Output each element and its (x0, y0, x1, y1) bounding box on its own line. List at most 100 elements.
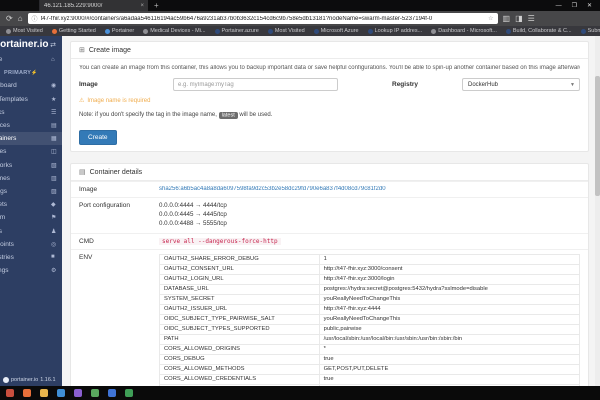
registry-label: Registry (392, 81, 462, 88)
bookmark-star-icon[interactable]: ☆ (488, 15, 493, 22)
note-suffix: will be used. (239, 112, 272, 118)
taskbar-app-icon[interactable] (74, 389, 82, 397)
sidebar-item-label: Home (0, 56, 2, 63)
env-value: youReallyNeedToChangeThis (319, 294, 579, 304)
env-row: ENV OAUTH2_SHARE_ERROR_DEBUG 1 (71, 249, 588, 386)
bookmark-label: Portainer (112, 28, 134, 34)
bookmark-label: Microsoft Azure (321, 28, 359, 34)
bookmark-item[interactable]: Most Visited (6, 28, 43, 34)
sidebar-item-icon: ☰ (51, 109, 62, 116)
sidebar-item-icon: ◎ (51, 241, 62, 248)
taskbar-app-icon[interactable] (108, 389, 116, 397)
sidebar-item-label: Users (0, 228, 2, 235)
window-controls: — ❐ ✕ (556, 0, 600, 11)
scrollbar-thumb[interactable] (595, 76, 600, 196)
url-bar[interactable]: ⓘ t47-fhir.xyz:9000/#/containers/a6adaa5… (28, 13, 498, 24)
taskbar-app-icon[interactable] (6, 389, 14, 397)
sidebar-item[interactable]: Secrets ◆ (0, 198, 62, 211)
sidebar-item[interactable]: App Templates ★ (0, 93, 62, 106)
env-key: CORS_DEBUG (160, 354, 320, 364)
sidebar-item[interactable]: Networks ▧ (0, 159, 62, 172)
sidebar-menu: Home ⌂ PRIMARY ⚡ Dashboard ◉ App Te (0, 53, 62, 277)
create-button[interactable]: Create (79, 130, 117, 145)
sidebar-item-label: Dashboard (0, 82, 17, 89)
taskbar-app-icon[interactable] (125, 389, 133, 397)
env-table-row: OAUTH2_LOGIN_URL http://t47-fhir.xyz:300… (160, 274, 580, 284)
port-mapping: 0.0.0.0:4488 → 5555/tcp (159, 220, 580, 229)
sidebar-item[interactable]: Configs ▨ (0, 185, 62, 198)
sidebar-item-icon: ⚑ (51, 214, 62, 221)
sidebar-item-label: Stacks (0, 109, 5, 116)
sidebar-item-icon: ◆ (51, 201, 62, 208)
browser-toolbar: ⟳ ⌂ ⓘ t47-fhir.xyz:9000/#/containers/a6a… (0, 11, 600, 26)
bookmark-item[interactable]: Lookup IP addres... (368, 28, 423, 34)
sidebar-item[interactable]: Images ◫ (0, 145, 62, 158)
env-value: GET,POST,PUT,DELETE (319, 364, 579, 374)
bookmark-item[interactable]: Dashboard - Microsoft... (431, 28, 497, 34)
sidebar-item-label: Containers (0, 135, 16, 142)
bookmark-item[interactable]: Getting Started (52, 28, 96, 34)
favicon (314, 29, 319, 34)
registry-select[interactable]: DockerHub ▼ (462, 78, 580, 91)
port-mapping: 0.0.0.0:4445 → 4445/tcp (159, 211, 580, 220)
taskbar-app-icon[interactable] (91, 389, 99, 397)
image-row: Image sha256:a6b5ac4a8a8da6097598fa9d2c5… (71, 181, 588, 197)
sidebar-item[interactable]: Settings ⚙ (0, 264, 62, 277)
registry-selected-value: DockerHub (468, 82, 498, 88)
bookmark-item[interactable]: Submit MVP Activity (581, 28, 600, 34)
sidebar-item-label: Settings (0, 267, 9, 274)
create-image-panel: ⊞ Create image You can create an image f… (70, 41, 589, 152)
sidebar-item[interactable]: Swarm ⚑ (0, 211, 62, 224)
portainer-logo[interactable]: portainer.io ⇄ (0, 36, 62, 53)
minimize-button[interactable]: — (556, 3, 562, 9)
env-table-row: CORS_ALLOWED_METHODS GET,POST,PUT,DELETE (160, 364, 580, 374)
bookmark-item[interactable]: Portainer.azure (215, 28, 259, 34)
create-image-body: You can create an image from this contai… (71, 59, 588, 151)
sidebar-item[interactable]: Home ⌂ (0, 53, 62, 66)
sidebar-item[interactable]: Volumes ▥ (0, 172, 62, 185)
new-tab-button[interactable]: + (148, 0, 165, 11)
library-icon[interactable]: ▥ (503, 15, 511, 23)
sidebar-item-label: Services (0, 122, 10, 129)
image-sha-link[interactable]: sha256:a6b5ac4a8a8da6097598fa9d2c53b2e58… (159, 186, 580, 192)
site-info-icon[interactable]: ⓘ (32, 14, 38, 23)
restore-button[interactable]: ❐ (572, 2, 577, 9)
favicon (215, 29, 220, 34)
bookmark-item[interactable]: Medical Devices - Mi... (143, 28, 205, 34)
env-key: CORS_ALLOWED_CREDENTIALS (160, 374, 320, 384)
close-button[interactable]: ✕ (587, 2, 592, 9)
sidebar-item[interactable]: Registries ■ (0, 251, 62, 264)
sidebar-item[interactable]: Users ♟ (0, 224, 62, 237)
taskbar-app-icon[interactable] (23, 389, 31, 397)
home-icon[interactable]: ⌂ (18, 15, 23, 23)
bookmark-item[interactable]: Portainer (105, 28, 134, 34)
endpoint-switch-icon[interactable]: ⇄ (50, 41, 56, 49)
partial-tab[interactable] (0, 0, 40, 11)
env-key: CORS_ALLOWED_METHODS (160, 364, 320, 374)
bookmark-item[interactable]: Most Visited (268, 28, 305, 34)
port-configuration-row: Port configuration 0.0.0.0:4444 → 4444/t… (71, 197, 588, 233)
sidebar-item[interactable]: PRIMARY ⚡ (0, 66, 62, 79)
sidebar-footer: portainer.io 1.16.1 (3, 377, 56, 383)
sidebar-item-label: Configs (0, 188, 7, 195)
sidebar-toggle-icon[interactable]: ◨ (515, 15, 523, 23)
sidebar-item[interactable]: Services ▤ (0, 119, 62, 132)
bookmark-item[interactable]: Build, Collaborate & C... (506, 28, 572, 34)
bookmark-item[interactable]: Microsoft Azure (314, 28, 359, 34)
tab-close-icon[interactable]: × (140, 3, 144, 9)
reload-icon[interactable]: ⟳ (6, 15, 13, 23)
image-name-input[interactable] (173, 78, 338, 91)
sidebar-item[interactable]: Stacks ☰ (0, 106, 62, 119)
page-scrollbar[interactable] (595, 36, 600, 386)
sidebar-item[interactable]: Endpoints ◎ (0, 238, 62, 251)
menu-icon[interactable]: ☰ (528, 15, 535, 23)
taskbar-app-icon[interactable] (40, 389, 48, 397)
taskbar-app-icon[interactable] (57, 389, 65, 397)
sidebar-item[interactable]: Containers ▦ (0, 132, 62, 145)
bookmark-label: Submit MVP Activity (588, 28, 600, 34)
url-text[interactable]: t47-fhir.xyz:9000/#/containers/a6adaa546… (41, 16, 486, 22)
sidebar-item[interactable]: Dashboard ◉ (0, 79, 62, 92)
env-value: youReallyNeedToChangeThis (319, 314, 579, 324)
env-key: DATABASE_URL (160, 284, 320, 294)
active-tab[interactable]: 46.121.185.229:9000/ × (40, 0, 148, 11)
